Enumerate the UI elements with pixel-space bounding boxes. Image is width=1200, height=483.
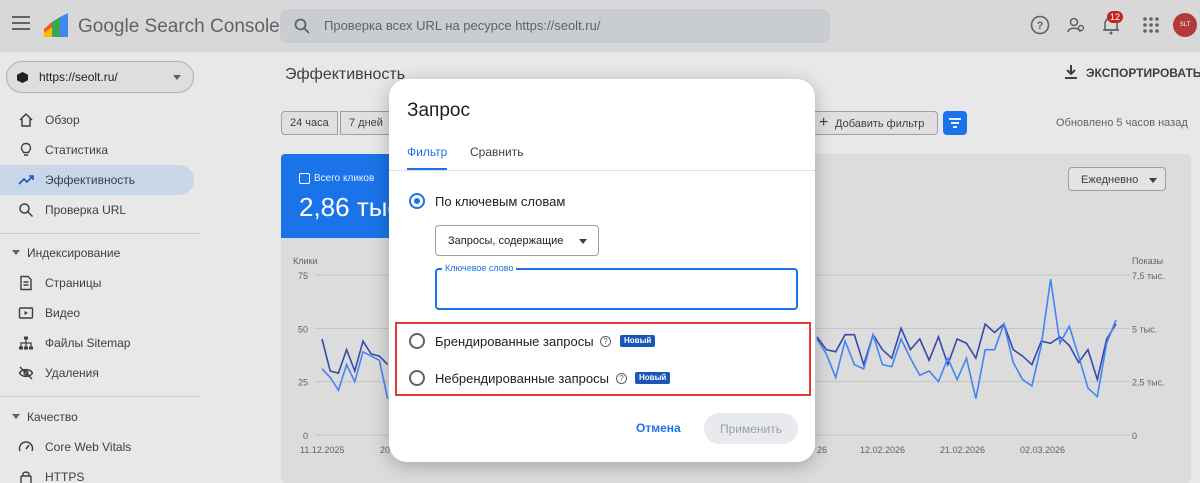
tab-filter[interactable]: Фильтр [407, 145, 447, 159]
chevron-down-icon [579, 239, 587, 244]
divider [389, 170, 815, 171]
tab-compare[interactable]: Сравнить [470, 145, 523, 159]
keyword-field [435, 268, 798, 310]
help-icon[interactable]: ? [600, 336, 611, 347]
new-badge: Новый [620, 335, 656, 347]
cancel-button[interactable]: Отмена [636, 421, 681, 435]
select-value: Запросы, содержащие [448, 235, 564, 247]
radio-branded-label: Брендированные запросы [435, 334, 594, 349]
radio-branded[interactable] [409, 333, 425, 349]
dialog-title: Запрос [407, 100, 470, 121]
radio-keywords[interactable] [409, 193, 425, 209]
new-badge: Новый [635, 372, 671, 384]
keyword-field-label: Ключевое слово [442, 263, 517, 273]
query-condition-select[interactable]: Запросы, содержащие [435, 225, 599, 256]
help-icon[interactable]: ? [616, 373, 627, 384]
radio-keywords-label: По ключевым словам [435, 194, 566, 209]
radio-nonbranded-label: Небрендированные запросы [435, 371, 609, 386]
apply-button[interactable]: Применить [704, 413, 798, 444]
keyword-input[interactable] [443, 278, 788, 302]
query-filter-dialog: Запрос Фильтр Сравнить По ключевым слова… [389, 79, 815, 462]
radio-nonbranded[interactable] [409, 370, 425, 386]
